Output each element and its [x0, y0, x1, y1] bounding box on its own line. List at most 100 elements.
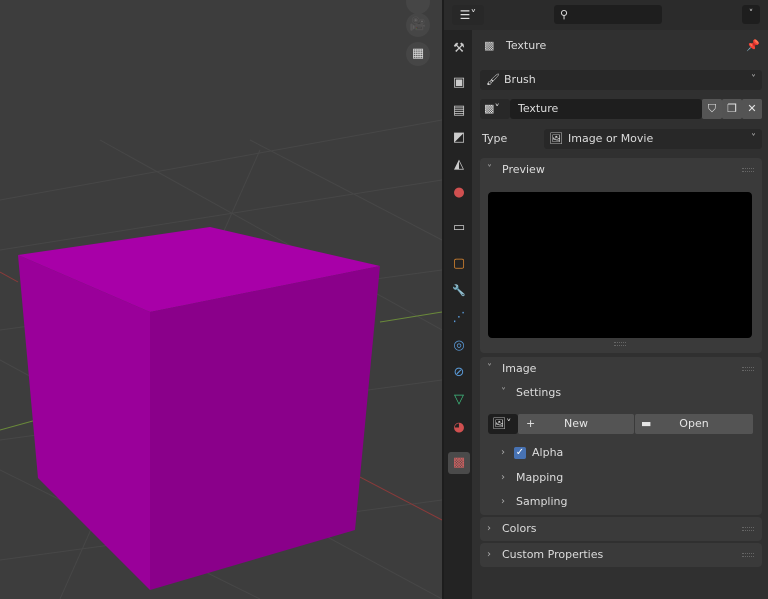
texture-icon: ▩	[452, 455, 466, 470]
type-label: Type	[482, 132, 508, 145]
resize-handle[interactable]	[614, 342, 626, 346]
x-axis-line-left	[0, 271, 19, 283]
texture-browse-button[interactable]: ▩˅	[480, 99, 510, 119]
camera-view-icon[interactable]: 🎥	[406, 13, 430, 37]
3d-viewport[interactable]: 🎥 ▦	[0, 0, 442, 599]
chevron-right-icon: ›	[501, 472, 505, 483]
brush-icon: 🖌	[486, 73, 500, 86]
custom-properties-panel[interactable]: › Custom Properties	[480, 543, 762, 567]
checker-icon: ▩˅	[484, 102, 500, 115]
alpha-checkbox[interactable]: ✓	[514, 447, 526, 459]
tab-particles[interactable]: ⋰	[448, 307, 470, 329]
chevron-down-icon: ˅	[501, 387, 506, 398]
texture-properties: ▩ Texture 📌 🖌 Brush ˅ ▩˅ Texture ⛉ ❐ ✕ Typ…	[472, 30, 768, 599]
tab-texture[interactable]: ▩	[448, 452, 470, 474]
search-input[interactable]: ⚲	[554, 5, 662, 24]
image-icon: 🖼	[549, 132, 563, 145]
settings-header[interactable]: ˅ Settings	[494, 381, 561, 405]
chevron-down-icon: ˅	[751, 133, 756, 144]
close-icon[interactable]: ✕	[742, 99, 762, 119]
custom-properties-header[interactable]: › Custom Properties	[480, 543, 603, 567]
options-dropdown[interactable]: ˅	[742, 5, 760, 24]
open-image-button[interactable]: ▬ Open	[635, 414, 753, 434]
mapping-subpanel[interactable]: › Mapping	[494, 466, 563, 490]
tab-scene[interactable]: ◭	[448, 154, 470, 176]
tab-constraints[interactable]: ⊘	[448, 362, 470, 384]
tool-icon: ⚒	[453, 41, 465, 56]
colors-header[interactable]: › Colors	[480, 517, 536, 541]
fake-user-shield-icon[interactable]: ⛉	[702, 99, 722, 119]
new-image-button[interactable]: + New	[518, 414, 634, 434]
tab-render[interactable]: ▣	[448, 72, 470, 94]
chevron-right-icon: ›	[487, 549, 491, 560]
tab-world[interactable]: ●	[448, 182, 470, 204]
image-browse-button[interactable]: 🖼˅	[488, 414, 518, 434]
tab-data[interactable]: ▽	[448, 389, 470, 411]
context-header: ▩ Texture 📌	[480, 36, 762, 56]
particles-icon: ⋰	[452, 310, 466, 325]
folder-icon: ▬	[641, 417, 652, 430]
open-label: Open	[679, 417, 709, 430]
colors-title: Colors	[502, 522, 537, 535]
preview-panel: ˅ Preview	[480, 158, 762, 353]
texture-name-field[interactable]: Texture	[510, 99, 702, 119]
cube-right-face[interactable]	[150, 266, 380, 590]
tab-material[interactable]: ◕	[448, 417, 470, 439]
duplicate-icon[interactable]: ❐	[722, 99, 742, 119]
y-axis-line-right	[379, 311, 442, 323]
custom-properties-title: Custom Properties	[502, 548, 604, 561]
tab-tool[interactable]: ⚒	[448, 38, 470, 60]
sampling-subpanel[interactable]: › Sampling	[494, 490, 568, 514]
texture-icon: ▩	[484, 39, 495, 52]
alpha-label: Alpha	[532, 446, 564, 459]
drag-handle[interactable]	[742, 367, 754, 371]
object-icon: ▢	[452, 256, 466, 271]
colors-panel[interactable]: › Colors	[480, 517, 762, 541]
chevron-right-icon: ›	[501, 496, 505, 507]
sampling-label: Sampling	[516, 495, 568, 508]
tab-collection[interactable]: ▭	[448, 217, 470, 239]
preview-header[interactable]: ˅ Preview	[480, 158, 545, 182]
search-icon: ⚲	[560, 8, 569, 21]
type-dropdown[interactable]: 🖼 Image or Movie ˅	[544, 129, 762, 149]
tab-output[interactable]: ▤	[448, 100, 470, 122]
cube-left-face[interactable]	[18, 255, 150, 590]
collection-icon: ▭	[452, 220, 466, 235]
image-icon: 🖼˅	[492, 417, 512, 430]
drag-handle[interactable]	[742, 553, 754, 557]
editor-type-button[interactable]: ☰˅	[452, 5, 484, 25]
image-header[interactable]: ˅ Image	[480, 357, 536, 381]
viewport-scene	[0, 119, 442, 599]
scene-icon: ◭	[454, 157, 464, 172]
pin-icon[interactable]: 📌	[746, 36, 760, 56]
plus-icon: +	[526, 417, 536, 430]
tab-object[interactable]: ▢	[448, 253, 470, 275]
context-title: Texture	[506, 39, 547, 52]
properties-tabs: ⚒ ▣ ▤ ◩ ◭ ● ▭ ▢ 🔧 ⋰ ◎ ⊘ ▽ ◕ ▩	[444, 30, 472, 599]
alpha-subpanel[interactable]: › ✓ Alpha	[494, 441, 563, 465]
texture-name: Texture	[518, 102, 559, 115]
drag-handle[interactable]	[742, 527, 754, 531]
render-icon: ▣	[452, 75, 466, 90]
wrench-icon: 🔧	[452, 284, 466, 297]
settings-title: Settings	[516, 386, 562, 399]
tab-modifiers[interactable]: 🔧	[448, 280, 470, 302]
world-icon: ●	[453, 185, 465, 200]
image-title: Image	[502, 362, 537, 375]
chevron-right-icon: ›	[501, 447, 505, 458]
image-panel: ˅ Image ˅ Settings 🖼˅ + New ▬ Open › ✓ Alpha ›…	[480, 357, 762, 515]
drag-handle[interactable]	[742, 168, 754, 172]
chevron-down-icon: ˅	[487, 164, 492, 175]
tab-physics[interactable]: ◎	[448, 335, 470, 357]
chevron-down-icon: ˅	[487, 363, 492, 374]
tab-view-layer[interactable]: ◩	[448, 127, 470, 149]
chevron-down-icon: ˅	[751, 74, 756, 85]
perspective-grid-icon[interactable]: ▦	[406, 42, 430, 66]
brush-selector[interactable]: 🖌 Brush ˅	[480, 70, 762, 90]
properties-panel: ☰˅ ⚲ ˅ ⚒ ▣ ▤ ◩ ◭ ● ▭ ▢ 🔧 ⋰ ◎ ⊘ ▽ ◕ ▩ ▩ T…	[442, 0, 768, 599]
preview-title: Preview	[502, 163, 545, 176]
properties-header: ☰˅ ⚲ ˅	[444, 0, 768, 30]
texture-preview	[488, 192, 752, 338]
mesh-data-icon: ▽	[454, 392, 464, 407]
chevron-right-icon: ›	[487, 523, 491, 534]
